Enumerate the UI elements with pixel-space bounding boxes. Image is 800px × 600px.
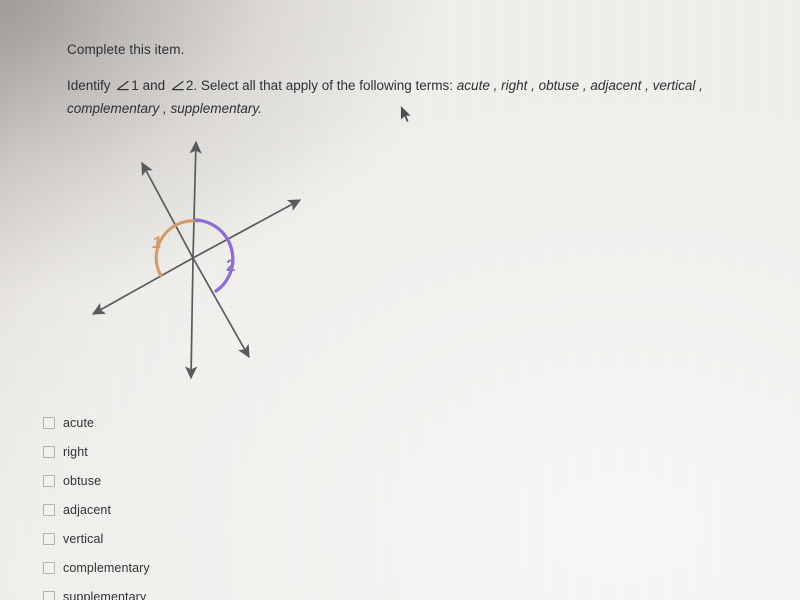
angle-one-reference: 1 (131, 78, 139, 93)
option-row-complementary[interactable]: complementary (43, 553, 343, 582)
checkbox-obtuse[interactable] (43, 474, 55, 487)
checkbox-vertical[interactable] (43, 532, 55, 545)
option-label-adjacent: adjacent (63, 502, 112, 517)
option-label-complementary: complementary (63, 560, 150, 575)
answer-options-list: acute right obtuse adjacent vertical com (43, 408, 343, 600)
southwest-northeast-line (91, 199, 302, 315)
option-row-acute[interactable]: acute (43, 408, 343, 437)
page-title: Complete this item. (67, 42, 185, 57)
option-label-supplementary: supplementary (63, 589, 147, 600)
checkbox-right[interactable] (43, 445, 55, 458)
page-canvas: Complete this item. Identify 1 and 2. Se… (0, 0, 800, 600)
checkbox-acute[interactable] (43, 416, 55, 429)
option-row-adjacent[interactable]: adjacent (43, 495, 343, 524)
option-label-right: right (63, 444, 88, 459)
angle-two-label: 2 (226, 256, 235, 275)
checkbox-supplementary[interactable] (43, 590, 55, 600)
option-label-vertical: vertical (63, 531, 104, 546)
option-label-acute: acute (63, 415, 95, 430)
option-row-supplementary[interactable]: supplementary (43, 582, 343, 600)
question-instruction: . Select all that apply of the following… (193, 78, 454, 93)
question-text: Identify 1 and 2. Select all that apply … (67, 74, 747, 120)
angle-symbol-icon (116, 80, 130, 91)
option-row-right[interactable]: right (43, 437, 343, 466)
item-content: Complete this item. Identify 1 and 2. Se… (0, 0, 800, 600)
checkbox-adjacent[interactable] (43, 503, 55, 516)
angle-symbol-icon-2 (171, 80, 185, 91)
angle-one-label: 1 (152, 233, 161, 252)
option-label-obtuse: obtuse (63, 473, 102, 488)
option-row-obtuse[interactable]: obtuse (43, 466, 343, 495)
option-row-vertical[interactable]: vertical (43, 524, 343, 553)
checkbox-complementary[interactable] (43, 561, 55, 574)
question-conjunction: and (142, 78, 166, 93)
question-lead: Identify (67, 78, 111, 93)
angle-diagram: 1 2 (60, 125, 350, 405)
